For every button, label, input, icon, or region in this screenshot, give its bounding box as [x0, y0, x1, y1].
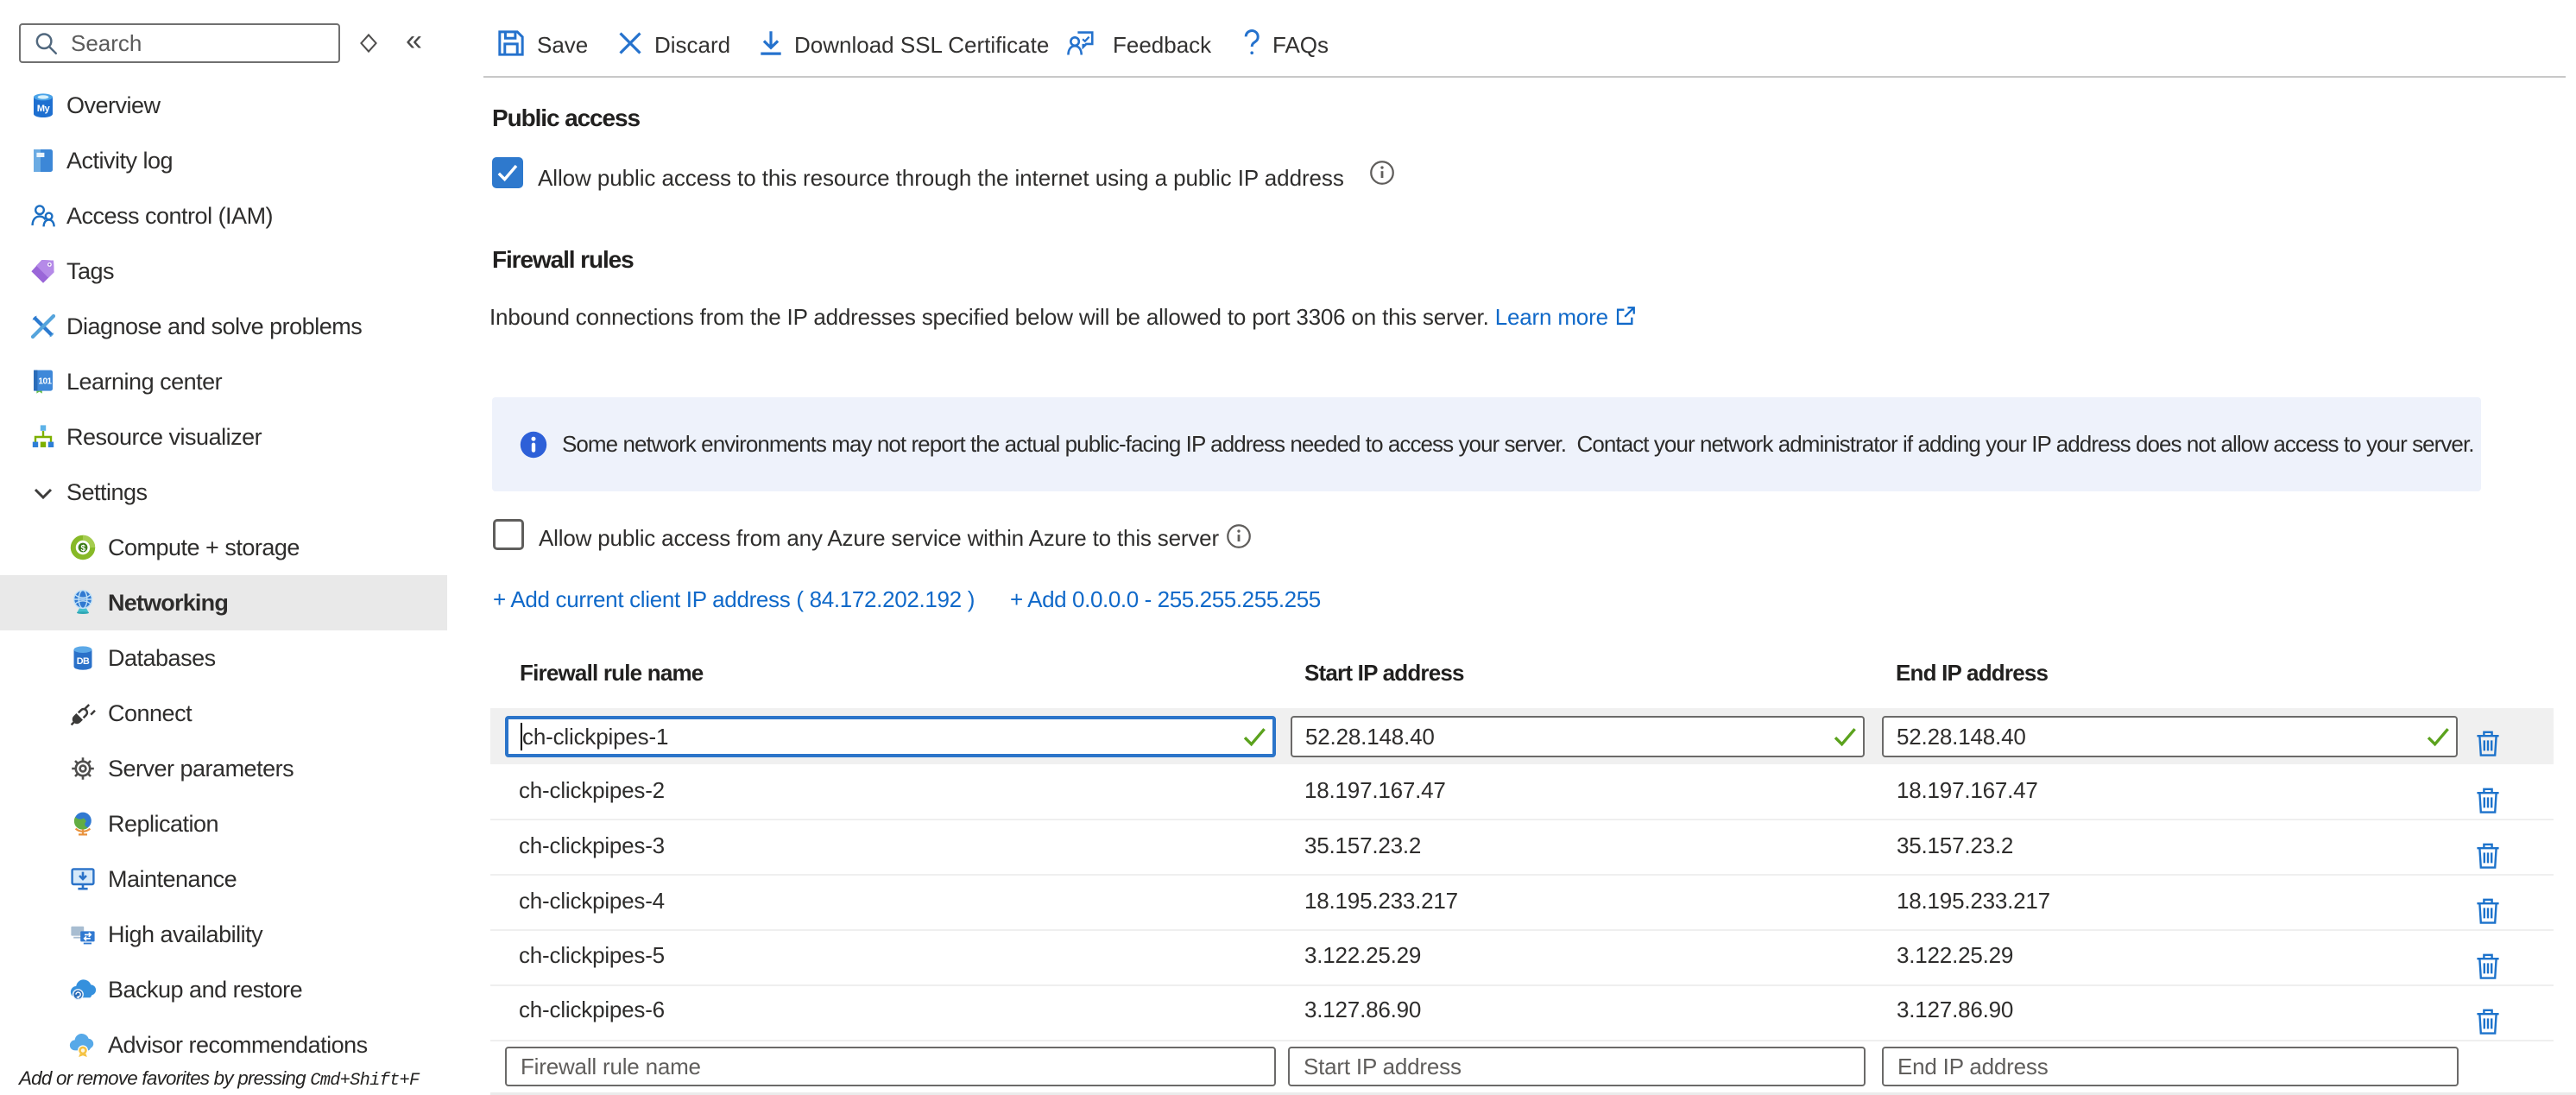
svg-text:DB: DB — [77, 656, 90, 667]
svg-text:My: My — [37, 104, 51, 114]
svg-text:101: 101 — [38, 377, 52, 387]
